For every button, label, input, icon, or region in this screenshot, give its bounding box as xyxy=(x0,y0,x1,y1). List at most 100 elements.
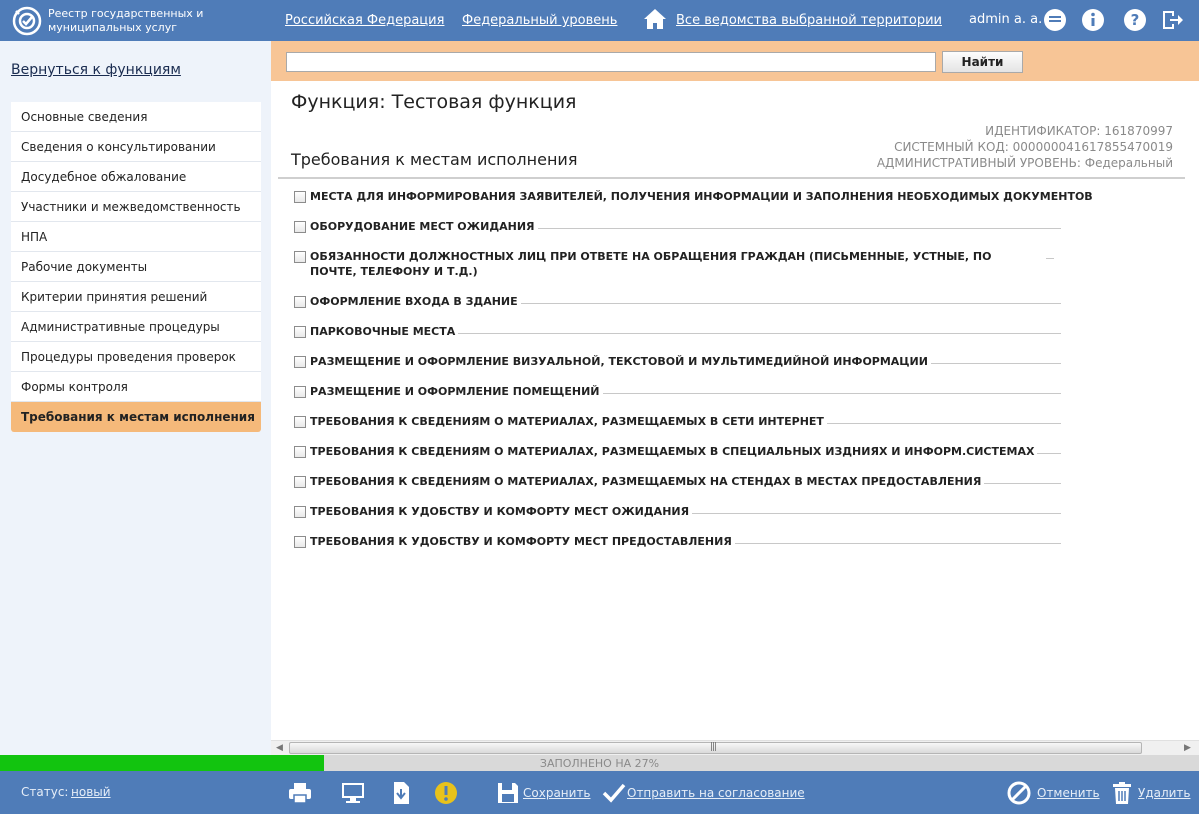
sidebar-item-consulting[interactable]: Сведения о консультировании xyxy=(11,132,261,162)
requirement-label: РАЗМЕЩЕНИЕ И ОФОРМЛЕНИЕ ПОМЕЩЕНИЙ xyxy=(310,385,600,398)
leader-line xyxy=(734,543,1061,544)
home-icon[interactable] xyxy=(643,7,667,31)
sidebar-item-place-requirements[interactable]: Требования к местам исполнения xyxy=(11,402,261,432)
progress-label: ЗАПОЛНЕНО НА 27% xyxy=(539,757,660,770)
requirement-checkbox[interactable] xyxy=(294,386,306,398)
requirement-checkbox[interactable] xyxy=(294,296,306,308)
leader-line xyxy=(537,228,1061,229)
requirement-checkbox[interactable] xyxy=(294,191,306,203)
cancel-button[interactable]: Отменить xyxy=(1037,786,1100,800)
sidebar-item-inspection-procedures[interactable]: Процедуры проведения проверок xyxy=(11,342,261,372)
scroll-thumb[interactable]: ||| xyxy=(289,742,1142,754)
function-meta: ИДЕНТИФИКАТОР: 161870997 СИСТЕМНЫЙ КОД: … xyxy=(877,123,1173,171)
sidebar-item-pretrial-appeal[interactable]: Досудебное обжалование xyxy=(11,162,261,192)
requirement-checkbox[interactable] xyxy=(294,506,306,518)
grip-icon: ||| xyxy=(710,742,717,752)
requirement-label: ТРЕБОВАНИЯ К УДОБСТВУ И КОМФОРТУ МЕСТ ПР… xyxy=(310,535,732,548)
check-icon[interactable] xyxy=(601,780,627,806)
status-value-link[interactable]: новый xyxy=(71,785,111,799)
send-for-approval-button[interactable]: Отправить на согласование xyxy=(627,786,805,800)
horizontal-scrollbar[interactable]: ◀ ||| ▶ xyxy=(271,740,1199,755)
logo-text: Реестр государственных и муниципальных у… xyxy=(48,7,204,34)
scroll-left-icon[interactable]: ◀ xyxy=(276,743,283,753)
leader-line xyxy=(520,303,1061,304)
section-title: Требования к местам исполнения xyxy=(291,150,578,169)
leader-line xyxy=(1037,453,1061,454)
messages-icon[interactable] xyxy=(1043,8,1067,32)
warning-icon[interactable] xyxy=(433,780,459,806)
requirement-checkbox[interactable] xyxy=(294,356,306,368)
list-item: ОБОРУДОВАНИЕ МЕСТ ОЖИДАНИЯ xyxy=(294,219,1061,249)
trash-icon[interactable] xyxy=(1109,780,1135,806)
admin-level: АДМИНИСТРАТИВНЫЙ УРОВЕНЬ: Федеральный xyxy=(876,156,1173,170)
export-document-icon[interactable] xyxy=(388,780,414,806)
sidebar-item-control-forms[interactable]: Формы контроля xyxy=(11,372,261,402)
list-item: РАЗМЕЩЕНИЕ И ОФОРМЛЕНИЕ ВИЗУАЛЬНОЙ, ТЕКС… xyxy=(294,354,1061,384)
save-icon[interactable] xyxy=(495,780,521,806)
leader-line xyxy=(826,423,1061,424)
requirement-label: ПАРКОВОЧНЫЕ МЕСТА xyxy=(310,325,456,338)
sidebar-item-decision-criteria[interactable]: Критерии принятия решений xyxy=(11,282,261,312)
requirement-label: ТРЕБОВАНИЯ К УДОБСТВУ И КОМФОРТУ МЕСТ ОЖ… xyxy=(310,505,690,518)
list-item: ТРЕБОВАНИЯ К СВЕДЕНИЯМ О МАТЕРИАЛАХ, РАЗ… xyxy=(294,474,1061,504)
search-bar: Найти xyxy=(271,41,1199,81)
list-item: ОФОРМЛЕНИЕ ВХОДА В ЗДАНИЕ xyxy=(294,294,1061,324)
requirement-checkbox[interactable] xyxy=(294,476,306,488)
registry-logo-icon xyxy=(12,6,42,36)
info-icon[interactable] xyxy=(1081,8,1105,32)
list-item: РАЗМЕЩЕНИЕ И ОФОРМЛЕНИЕ ПОМЕЩЕНИЙ xyxy=(294,384,1061,414)
requirement-label: ТРЕБОВАНИЯ К СВЕДЕНИЯМ О МАТЕРИАЛАХ, РАЗ… xyxy=(310,475,982,488)
save-button[interactable]: Сохранить xyxy=(523,786,591,800)
top-header: Реестр государственных и муниципальных у… xyxy=(0,0,1199,41)
leader-line xyxy=(602,393,1061,394)
requirement-checkbox[interactable] xyxy=(294,326,306,338)
user-name[interactable]: admin a. a. xyxy=(969,12,1042,27)
logout-icon[interactable] xyxy=(1160,8,1184,32)
requirement-checkbox[interactable] xyxy=(294,446,306,458)
sidebar-nav: Основные сведения Сведения о консультиро… xyxy=(11,102,261,432)
search-button[interactable]: Найти xyxy=(942,51,1023,73)
sidebar-item-basic-info[interactable]: Основные сведения xyxy=(11,102,261,132)
leader-line xyxy=(458,333,1061,334)
search-input[interactable] xyxy=(286,52,936,72)
sidebar-item-work-documents[interactable]: Рабочие документы xyxy=(11,252,261,282)
preview-monitor-icon[interactable] xyxy=(340,780,366,806)
main-content: Функция: Тестовая функция ИДЕНТИФИКАТОР:… xyxy=(271,81,1199,740)
requirement-label: РАЗМЕЩЕНИЕ И ОФОРМЛЕНИЕ ВИЗУАЛЬНОЙ, ТЕКС… xyxy=(310,355,928,368)
scroll-right-icon[interactable]: ▶ xyxy=(1184,743,1191,753)
sidebar-item-participants[interactable]: Участники и межведомственность xyxy=(11,192,261,222)
list-item: ТРЕБОВАНИЯ К УДОБСТВУ И КОМФОРТУ МЕСТ ОЖ… xyxy=(294,504,1061,534)
requirement-label: ОБЯЗАННОСТИ ДОЛЖНОСТНЫХ ЛИЦ ПРИ ОТВЕТЕ Н… xyxy=(310,250,992,278)
requirement-label: ОФОРМЛЕНИЕ ВХОДА В ЗДАНИЕ xyxy=(310,295,518,308)
identifier: ИДЕНТИФИКАТОР: 161870997 xyxy=(985,124,1173,138)
back-to-functions-link[interactable]: Вернуться к функциям xyxy=(11,62,181,78)
level-link[interactable]: Федеральный уровень xyxy=(462,13,617,28)
function-title: Функция: Тестовая функция xyxy=(291,91,577,113)
list-item: ТРЕБОВАНИЯ К СВЕДЕНИЯМ О МАТЕРИАЛАХ, РАЗ… xyxy=(294,414,1061,444)
list-item: ТРЕБОВАНИЯ К СВЕДЕНИЯМ О МАТЕРИАЛАХ, РАЗ… xyxy=(294,444,1061,474)
delete-button[interactable]: Удалить xyxy=(1138,786,1191,800)
requirement-label: ТРЕБОВАНИЯ К СВЕДЕНИЯМ О МАТЕРИАЛАХ, РАЗ… xyxy=(310,415,824,428)
list-item: МЕСТА ДЛЯ ИНФОРМИРОВАНИЯ ЗАЯВИТЕЛЕЙ, ПОЛ… xyxy=(294,189,1093,219)
requirement-checkbox[interactable] xyxy=(294,416,306,428)
agencies-link[interactable]: Все ведомства выбранной территории xyxy=(676,13,942,28)
requirement-label: МЕСТА ДЛЯ ИНФОРМИРОВАНИЯ ЗАЯВИТЕЛЕЙ, ПОЛ… xyxy=(310,190,1093,203)
leader-line xyxy=(930,363,1061,364)
requirement-label: ОБОРУДОВАНИЕ МЕСТ ОЖИДАНИЯ xyxy=(310,220,535,233)
list-item: ОБЯЗАННОСТИ ДОЛЖНОСТНЫХ ЛИЦ ПРИ ОТВЕТЕ Н… xyxy=(294,249,1061,294)
sidebar-item-admin-procedures[interactable]: Административные процедуры xyxy=(11,312,261,342)
bottom-toolbar: Статус: новый Сохранить Отправить на сог… xyxy=(0,771,1199,814)
list-item: ТРЕБОВАНИЯ К УДОБСТВУ И КОМФОРТУ МЕСТ ПР… xyxy=(294,534,1061,564)
requirement-checkbox[interactable] xyxy=(294,536,306,548)
sidebar-item-npa[interactable]: НПА xyxy=(11,222,261,252)
cancel-icon[interactable] xyxy=(1006,780,1032,806)
completion-progress-bar: ЗАПОЛНЕНО НА 27% xyxy=(0,755,1199,771)
requirement-checkbox[interactable] xyxy=(294,251,306,263)
requirement-label: ТРЕБОВАНИЯ К СВЕДЕНИЯМ О МАТЕРИАЛАХ, РАЗ… xyxy=(310,445,1035,458)
print-icon[interactable] xyxy=(287,780,313,806)
list-item: ПАРКОВОЧНЫЕ МЕСТА xyxy=(294,324,1061,354)
status-label: Статус: xyxy=(21,785,69,799)
requirement-checkbox[interactable] xyxy=(294,221,306,233)
region-link[interactable]: Российская Федерация xyxy=(285,13,444,28)
help-icon[interactable]: ? xyxy=(1123,8,1147,32)
